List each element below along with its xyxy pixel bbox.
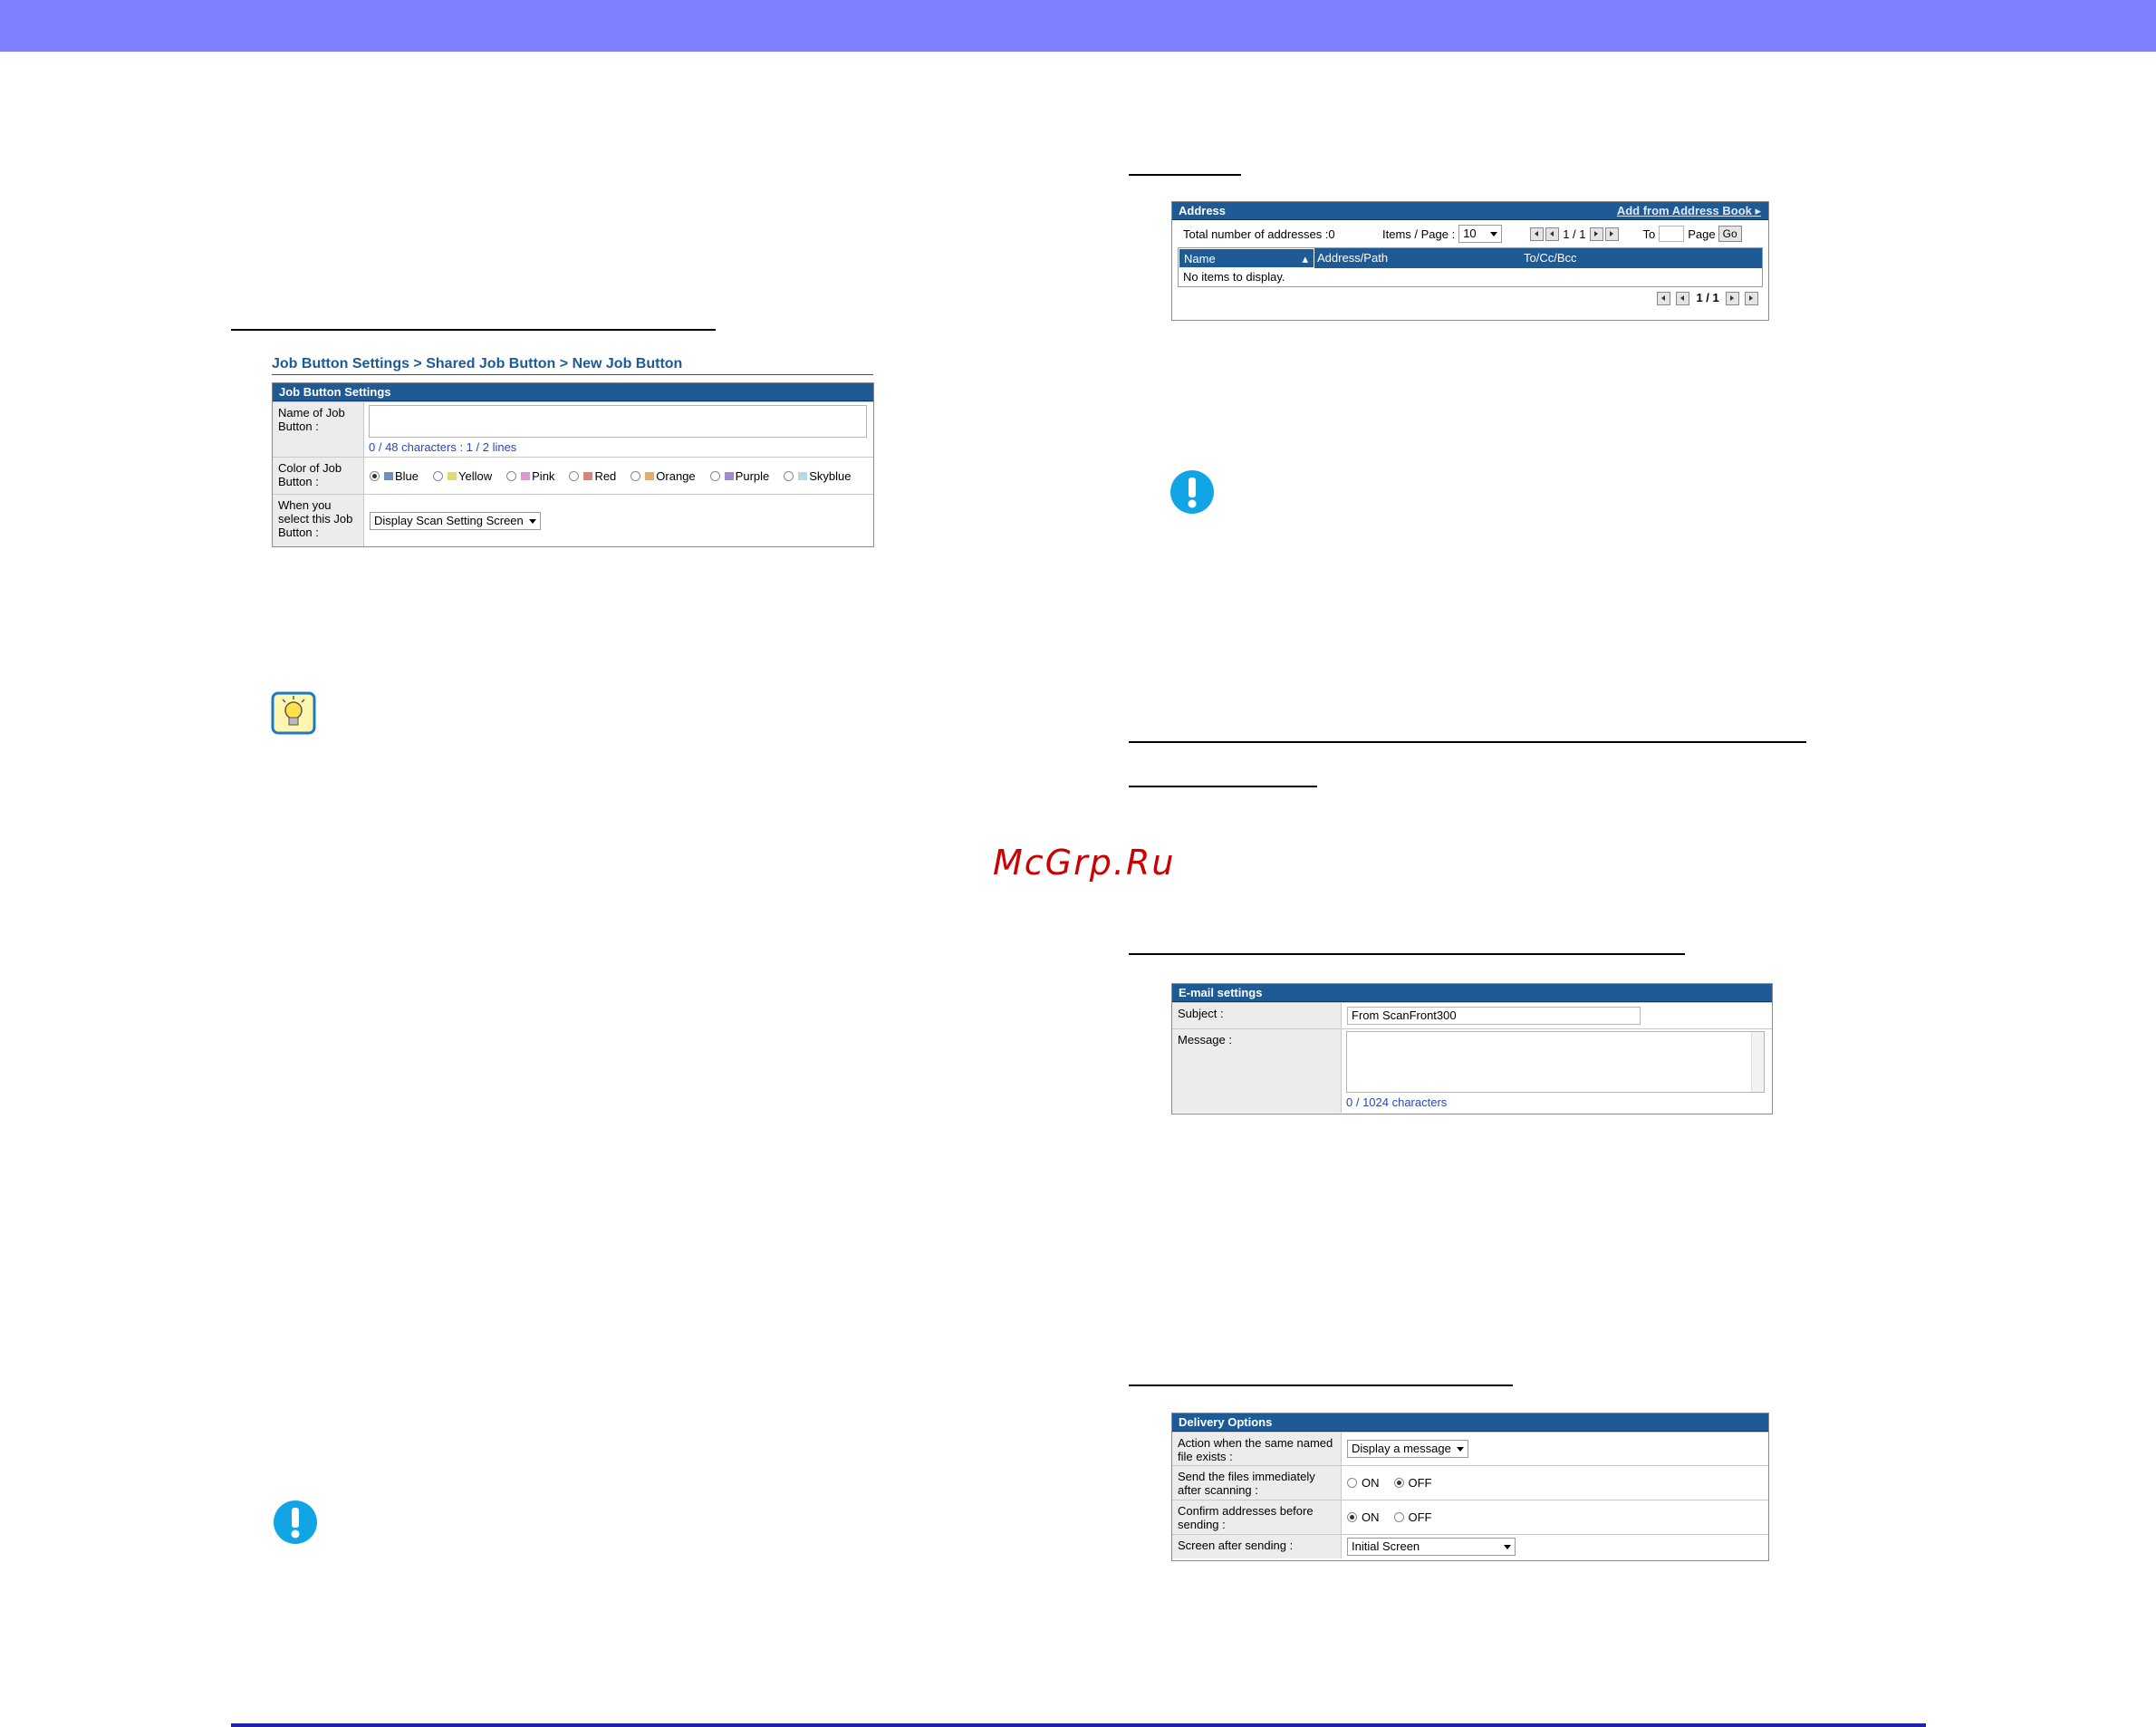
first-page-button[interactable] [1530, 227, 1545, 241]
job-button-settings-panel: Job Button Settings Name of Job Button :… [272, 382, 874, 547]
swatch [448, 471, 457, 480]
chevron-down-icon [1504, 1545, 1511, 1549]
next-page-button[interactable] [1589, 227, 1603, 241]
caution-icon [1170, 470, 1214, 514]
color-option-blue[interactable]: Blue [370, 469, 419, 483]
color-option-pink[interactable]: Pink [506, 469, 554, 483]
page-label: Page [1688, 227, 1716, 241]
footer-rule [231, 1723, 1926, 1727]
section-rule [1129, 953, 1685, 955]
section-rule [1129, 741, 1806, 743]
color-option-red[interactable]: Red [569, 469, 616, 483]
table-header: Name ▴ Address/Path To/Cc/Bcc [1179, 248, 1762, 268]
screen-after-sending-label: Screen after sending : [1172, 1535, 1342, 1558]
name-counter: 0 / 48 characters : 1 / 2 lines [369, 440, 517, 454]
watermark: McGrp.Ru [993, 843, 1176, 883]
job-action-select[interactable]: Display Scan Setting Screen [370, 511, 541, 530]
job-name-input[interactable] [369, 405, 867, 438]
prev-page-button[interactable] [1545, 227, 1560, 241]
confirm-addresses-on-radio[interactable]: ON [1347, 1510, 1380, 1524]
swatch [521, 471, 531, 480]
panel-title: Job Button Settings [273, 383, 873, 401]
color-label: Color of Job Button : [273, 458, 364, 494]
breadcrumb: Job Button Settings > Shared Job Button … [272, 356, 873, 375]
send-immediately-on-radio[interactable]: ON [1347, 1476, 1380, 1490]
section-rule [1129, 1384, 1513, 1386]
header-band [0, 0, 2156, 52]
swatch [798, 471, 808, 480]
column-to-cc-bcc[interactable]: To/Cc/Bcc [1524, 248, 1762, 268]
name-label: Name of Job Button : [273, 402, 364, 457]
next-page-button[interactable] [1726, 292, 1740, 306]
confirm-addresses-off-radio[interactable]: OFF [1393, 1510, 1432, 1524]
address-panel: Address Add from Address Book ▸ Total nu… [1171, 201, 1769, 321]
swatch [645, 471, 655, 480]
column-name[interactable]: Name ▴ [1179, 248, 1314, 268]
section-rule [1129, 786, 1317, 787]
swatch [724, 471, 734, 480]
subject-input[interactable]: From ScanFront300 [1347, 1007, 1641, 1025]
same-name-action-label: Action when the same named file exists : [1172, 1433, 1342, 1465]
chevron-down-icon [528, 518, 536, 524]
page-indicator: 1 / 1 [1696, 291, 1719, 304]
column-address-path[interactable]: Address/Path [1314, 248, 1524, 268]
subject-label: Subject : [1172, 1003, 1342, 1028]
select-label: When you select this Job Button : [273, 495, 364, 546]
scrollbar[interactable] [1751, 1032, 1764, 1092]
send-immediately-label: Send the files immediately after scannin… [1172, 1466, 1342, 1500]
last-page-button[interactable] [1745, 292, 1758, 306]
panel-title: E-mail settings [1172, 984, 1772, 1002]
prev-page-button[interactable] [1675, 292, 1689, 306]
same-name-action-select[interactable]: Display a message [1347, 1440, 1468, 1458]
swatch [384, 471, 393, 480]
empty-message: No items to display. [1183, 270, 1285, 284]
color-option-yellow[interactable]: Yellow [433, 469, 492, 483]
items-per-page-select[interactable]: 10 [1458, 225, 1503, 243]
color-option-skyblue[interactable]: Skyblue [784, 469, 852, 483]
page-indicator: 1 / 1 [1563, 227, 1586, 241]
section-rule [231, 329, 716, 331]
last-page-button[interactable] [1604, 227, 1619, 241]
confirm-addresses-label: Confirm addresses before sending : [1172, 1500, 1342, 1534]
color-radio-group: Blue Yellow Pink Red Orange Purple Skybl… [364, 458, 873, 494]
panel-title: Address [1179, 204, 1227, 217]
color-option-purple[interactable]: Purple [709, 469, 769, 483]
color-option-orange[interactable]: Orange [630, 469, 696, 483]
chevron-down-icon [1456, 1447, 1464, 1452]
chevron-down-icon [1490, 232, 1498, 236]
swatch [583, 471, 593, 480]
total-addresses: Total number of addresses :0 [1183, 227, 1335, 241]
add-from-address-book-link[interactable]: Add from Address Book ▸ [1617, 202, 1761, 219]
message-label: Message : [1172, 1029, 1342, 1113]
send-immediately-off-radio[interactable]: OFF [1393, 1476, 1432, 1490]
email-settings-panel: E-mail settings Subject : From ScanFront… [1171, 983, 1773, 1114]
lightbulb-icon [271, 691, 316, 735]
caution-icon [274, 1500, 317, 1544]
panel-title: Delivery Options [1172, 1413, 1768, 1432]
message-textarea[interactable] [1346, 1031, 1765, 1093]
screen-after-sending-select[interactable]: Initial Screen [1347, 1538, 1516, 1556]
items-per-page-label: Items / Page : [1382, 227, 1456, 241]
first-page-button[interactable] [1657, 292, 1671, 306]
page-number-input[interactable] [1659, 226, 1685, 242]
go-button[interactable]: Go [1718, 226, 1742, 242]
section-rule [1129, 174, 1241, 176]
delivery-options-panel: Delivery Options Action when the same na… [1171, 1413, 1769, 1561]
message-counter: 0 / 1024 characters [1346, 1095, 1448, 1109]
to-label: To [1642, 227, 1656, 241]
